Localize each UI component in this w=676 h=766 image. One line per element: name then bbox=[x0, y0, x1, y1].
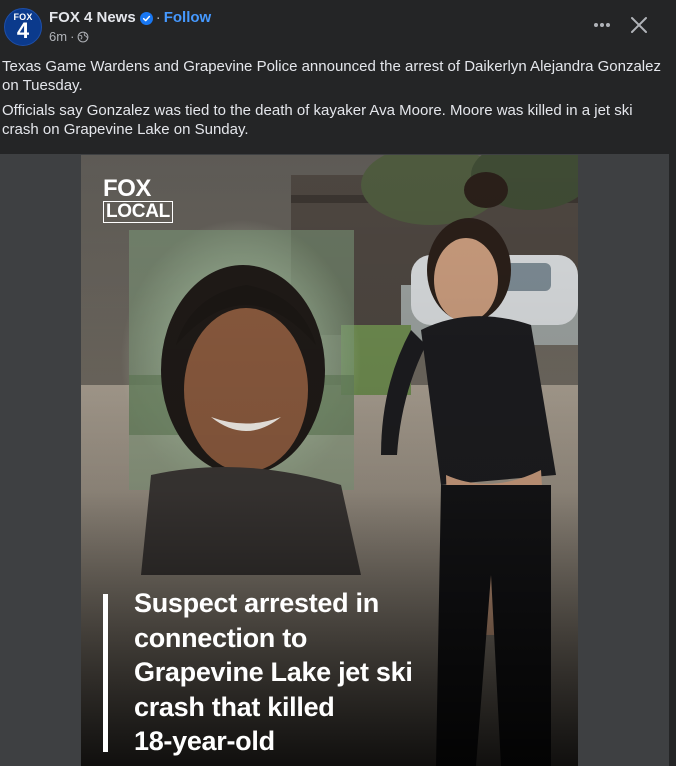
post-meta: 6m · bbox=[49, 29, 89, 44]
headline-line: Suspect arrested in bbox=[134, 588, 379, 618]
headline-line: 18-year-old bbox=[134, 726, 275, 756]
logo-local-text: LOCAL bbox=[103, 201, 173, 223]
caption-paragraph: Texas Game Wardens and Grapevine Police … bbox=[2, 58, 661, 94]
logo-fox-text: FOX bbox=[103, 175, 151, 202]
verified-badge-icon bbox=[139, 11, 153, 25]
meta-separator: · bbox=[70, 29, 75, 44]
post-caption: Texas Game Wardens and Grapevine Police … bbox=[2, 57, 662, 145]
close-icon[interactable] bbox=[624, 12, 654, 42]
page-name-link[interactable]: FOX 4 News bbox=[49, 9, 136, 27]
headline-line: connection to bbox=[134, 622, 308, 653]
headline-line: Grapevine Lake jet ski bbox=[134, 657, 413, 687]
headline-accent-bar bbox=[103, 594, 108, 752]
follow-button[interactable]: Follow bbox=[164, 9, 212, 27]
caption-paragraph: Officials say Gonzalez was tied to the d… bbox=[2, 102, 633, 138]
post-header: FOX 4 FOX 4 News · Follow 6m · bbox=[0, 0, 676, 52]
image-headline: Suspect arrested in connection to Grapev… bbox=[134, 586, 464, 759]
headline-line: crash that killed bbox=[134, 691, 335, 722]
avatar-number: 4 bbox=[16, 18, 30, 43]
media-scroll-strip bbox=[669, 154, 676, 766]
facebook-post: FOX 4 FOX 4 News · Follow 6m · Texas Gam… bbox=[0, 0, 676, 766]
page-avatar[interactable]: FOX 4 bbox=[4, 8, 42, 46]
fox-local-logo: FOX LOCAL bbox=[103, 175, 173, 223]
post-timestamp[interactable]: 6m bbox=[49, 29, 67, 44]
more-options-icon[interactable] bbox=[586, 12, 618, 40]
name-separator: · bbox=[155, 9, 161, 26]
name-row: FOX 4 News · Follow bbox=[49, 9, 211, 27]
globe-icon[interactable] bbox=[77, 31, 89, 43]
